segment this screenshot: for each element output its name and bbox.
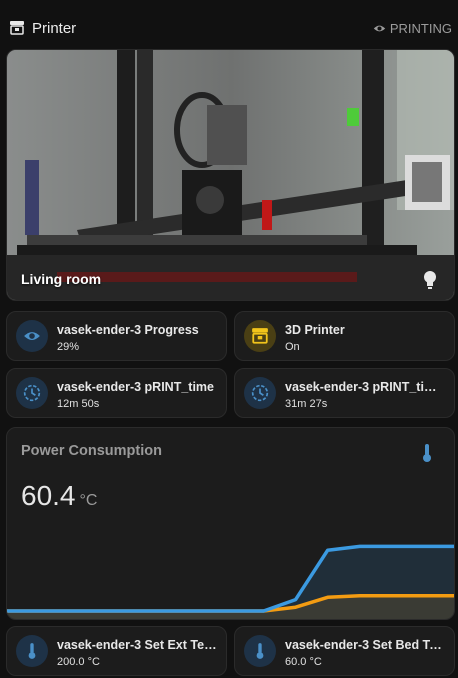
power-chart bbox=[7, 544, 454, 619]
clock-icon bbox=[244, 377, 276, 409]
tile-set-ext-temp[interactable]: vasek-ender-3 Set Ext Temp 200.0 °C bbox=[6, 626, 227, 676]
status-label: PRINTING bbox=[389, 21, 452, 36]
power-consumption-card[interactable]: Power Consumption 60.4 °C bbox=[6, 427, 455, 620]
camera-view[interactable]: Living room bbox=[6, 49, 455, 301]
tile-name: vasek-ender-3 Set Bed Temp bbox=[285, 638, 446, 652]
tile-name: vasek-ender-3 pRINT_time bbox=[57, 380, 215, 394]
lightbulb-icon[interactable] bbox=[422, 270, 438, 290]
tile-3d-printer[interactable]: 3D Printer On bbox=[234, 311, 455, 361]
tile-value: 60.0 °C bbox=[285, 656, 322, 668]
thermometer-icon bbox=[244, 635, 276, 667]
tile-name: 3D Printer bbox=[285, 323, 345, 337]
eye-icon bbox=[16, 320, 48, 352]
printer-3d-icon bbox=[244, 320, 276, 352]
graph-unit: °C bbox=[79, 492, 98, 509]
tile-set-bed-temp[interactable]: vasek-ender-3 Set Bed Temp 60.0 °C bbox=[234, 626, 455, 676]
graph-value: 60.4 bbox=[21, 480, 76, 511]
tile-print-time[interactable]: vasek-ender-3 pRINT_time 12m 50s bbox=[6, 368, 227, 418]
thermometer-icon bbox=[16, 635, 48, 667]
series-area-1 bbox=[7, 595, 454, 619]
card-title: Printer bbox=[32, 20, 77, 37]
card-header: Printer PRINTING bbox=[0, 0, 458, 48]
tile-value: 200.0 °C bbox=[57, 656, 100, 668]
tile-name: vasek-ender-3 Set Ext Temp bbox=[57, 638, 218, 652]
tile-name: vasek-ender-3 Progress bbox=[57, 323, 199, 337]
camera-image bbox=[7, 50, 454, 300]
graph-title: Power Consumption bbox=[21, 443, 162, 459]
tile-value: 12m 50s bbox=[57, 398, 100, 410]
tile-value: On bbox=[285, 341, 300, 353]
camera-label: Living room bbox=[21, 271, 102, 287]
clock-icon bbox=[16, 377, 48, 409]
thermometer-icon bbox=[423, 444, 431, 462]
tile-print-time-left[interactable]: vasek-ender-3 pRINT_time_left 31m 27s bbox=[234, 368, 455, 418]
tile-name: vasek-ender-3 pRINT_time_left bbox=[285, 380, 446, 394]
graph-value-row: 60.4 °C bbox=[21, 480, 97, 512]
printer-status: PRINTING bbox=[373, 21, 452, 36]
tile-progress[interactable]: vasek-ender-3 Progress 29% bbox=[6, 311, 227, 361]
printer-3d-icon bbox=[10, 21, 24, 35]
tile-value: 31m 27s bbox=[285, 398, 328, 410]
eye-icon bbox=[373, 25, 386, 32]
tile-value: 29% bbox=[57, 341, 80, 353]
